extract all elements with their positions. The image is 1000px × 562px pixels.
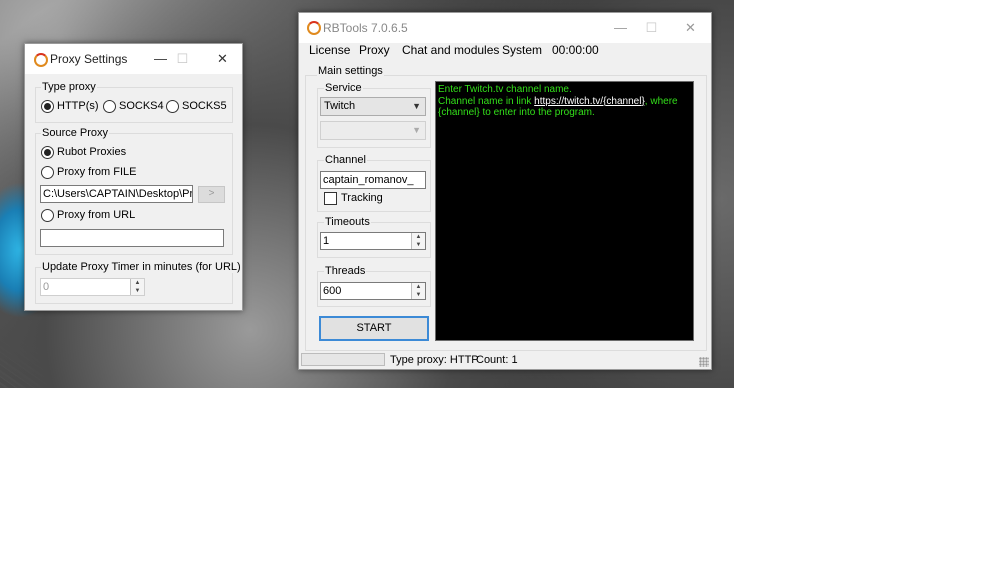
menu-chat-and-modules[interactable]: Chat and modules [402, 43, 499, 57]
console-line-1: Enter Twitch.tv channel name. [438, 84, 572, 95]
threads-value: 600 [323, 285, 342, 297]
stepper-down-icon[interactable]: ▼ [412, 291, 425, 299]
update-timer-stepper[interactable]: ▲ ▼ [130, 279, 144, 295]
close-button[interactable]: ✕ [668, 13, 713, 43]
radio-socks5-label[interactable]: SOCKS5 [182, 100, 227, 112]
close-button[interactable]: ✕ [200, 44, 245, 74]
threads-input[interactable]: 600 ▲ ▼ [320, 282, 426, 300]
chevron-down-icon: ▼ [412, 125, 421, 135]
radio-https[interactable] [41, 100, 54, 113]
console-line-2-suffix: , where [644, 95, 678, 107]
radio-https-label[interactable]: HTTP(s) [57, 100, 99, 112]
status-count: Count: 1 [476, 354, 518, 366]
start-button[interactable]: START [319, 316, 429, 341]
proxy-file-path-input[interactable]: C:\Users\CAPTAIN\Desktop\Proxy [40, 185, 193, 203]
radio-socks5[interactable] [166, 100, 179, 113]
service-secondary-select: ▼ [320, 121, 426, 140]
window-title: RBTools 7.0.6.5 [323, 21, 408, 35]
app-icon [34, 53, 48, 67]
resize-grip-icon[interactable] [699, 357, 709, 367]
timeouts-value: 1 [323, 235, 330, 247]
stepper-up-icon[interactable]: ▲ [412, 283, 425, 291]
timer-display: 00:00:00 [552, 43, 599, 57]
update-timer-label: Update Proxy Timer in minutes (for URL) [41, 261, 242, 273]
browse-file-button: > [198, 186, 225, 203]
maximize-button: ☐ [176, 51, 189, 66]
channel-input[interactable]: captain_romanov_ [320, 171, 426, 189]
service-select[interactable]: Twitch ▼ [320, 97, 426, 116]
stepper-down-icon[interactable]: ▼ [412, 241, 425, 249]
console-line-2-prefix: Channel name in link [438, 95, 535, 107]
console-line-3: {channel} to enter into the program. [438, 107, 595, 118]
timeouts-input[interactable]: 1 ▲ ▼ [320, 232, 426, 250]
status-bar: Type proxy: HTTP Count: 1 [299, 351, 711, 369]
app-icon [307, 21, 321, 35]
timeouts-stepper[interactable]: ▲ ▼ [411, 233, 425, 249]
radio-rubot-proxies-label[interactable]: Rubot Proxies [57, 146, 126, 158]
window-title: Proxy Settings [50, 52, 128, 66]
timeouts-label: Timeouts [324, 216, 371, 228]
menu-license[interactable]: License [309, 43, 350, 57]
stepper-up-icon[interactable]: ▲ [412, 233, 425, 241]
proxy-url-input[interactable] [40, 229, 224, 247]
proxy-settings-window: Proxy Settings — ☐ ✕ Type proxy HTTP(s) … [24, 43, 243, 311]
radio-proxy-from-url[interactable] [41, 209, 54, 222]
chevron-down-icon: ▼ [412, 101, 421, 111]
radio-socks4[interactable] [103, 100, 116, 113]
type-proxy-label: Type proxy [41, 81, 97, 93]
log-console: Enter Twitch.tv channel name. Channel na… [435, 81, 694, 341]
threads-stepper[interactable]: ▲ ▼ [411, 283, 425, 299]
tracking-label[interactable]: Tracking [341, 192, 383, 204]
tracking-checkbox[interactable] [324, 192, 337, 205]
source-proxy-label: Source Proxy [41, 127, 110, 139]
threads-label: Threads [324, 265, 367, 277]
rbtools-titlebar[interactable]: RBTools 7.0.6.5 — ☐ ✕ [299, 13, 711, 43]
radio-rubot-proxies[interactable] [41, 146, 54, 159]
radio-proxy-from-file-label[interactable]: Proxy from FILE [57, 166, 136, 178]
status-type-proxy: Type proxy: HTTP [390, 354, 479, 366]
menu-proxy[interactable]: Proxy [359, 43, 390, 57]
rbtools-window: RBTools 7.0.6.5 — ☐ ✕ License Proxy Chat… [298, 12, 712, 370]
channel-label: Channel [324, 154, 367, 166]
update-timer-input[interactable]: 0 ▲ ▼ [40, 278, 145, 296]
stepper-down-icon[interactable]: ▼ [131, 287, 144, 295]
stepper-up-icon[interactable]: ▲ [131, 279, 144, 287]
main-settings-label: Main settings [317, 65, 384, 77]
service-label: Service [324, 82, 363, 94]
console-line-2: Channel name in link https://twitch.tv/{… [438, 96, 691, 108]
channel-link[interactable]: https://twitch.tv/{channel} [534, 96, 645, 107]
proxy-settings-titlebar[interactable]: Proxy Settings — ☐ ✕ [25, 44, 242, 74]
progress-bar [301, 353, 385, 366]
update-timer-value: 0 [43, 281, 50, 293]
service-selected-value: Twitch [324, 100, 356, 112]
radio-proxy-from-file[interactable] [41, 166, 54, 179]
radio-proxy-from-url-label[interactable]: Proxy from URL [57, 209, 135, 221]
menu-system[interactable]: System [502, 43, 542, 57]
radio-socks4-label[interactable]: SOCKS4 [119, 100, 164, 112]
